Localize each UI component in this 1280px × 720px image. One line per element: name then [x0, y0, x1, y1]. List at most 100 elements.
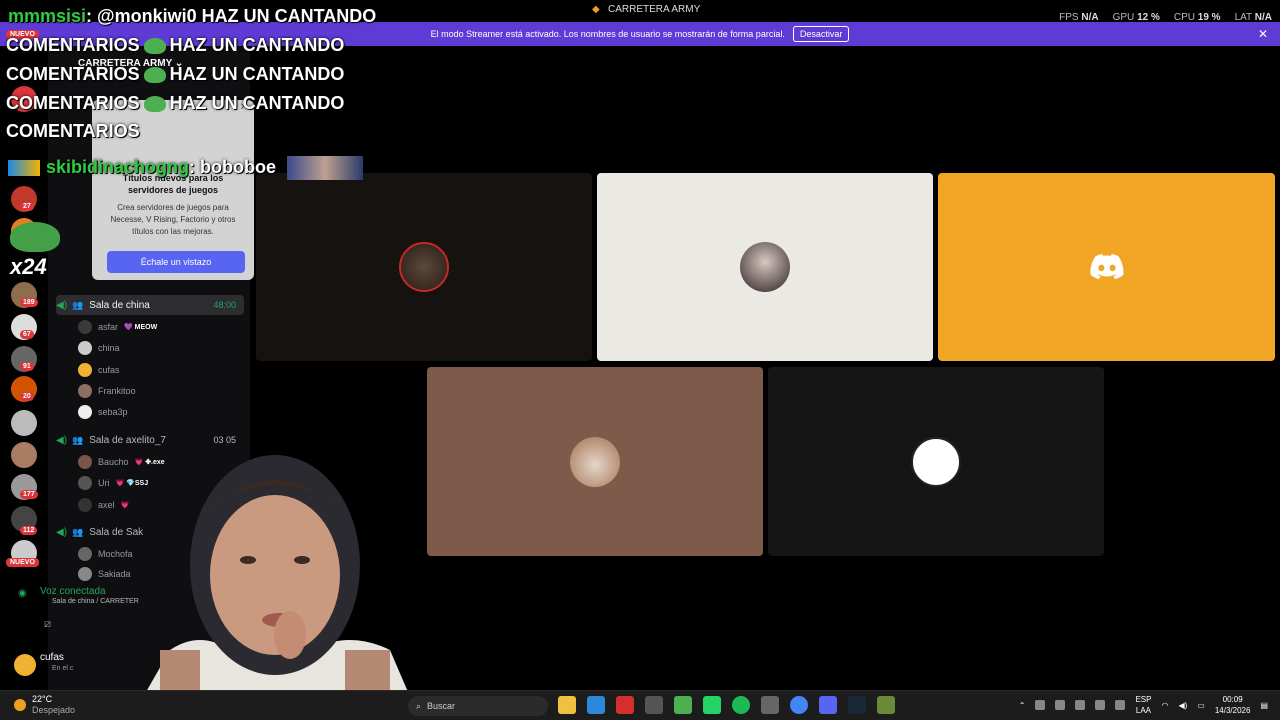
participant-tile[interactable] — [597, 173, 933, 361]
taskbar: 22°C Despejado ⌕ Buscar ⌃ ESP LAA ◠ ◀) ▭… — [0, 690, 1280, 720]
clock-time: 00:09 — [1222, 695, 1243, 704]
avatar — [78, 405, 92, 419]
channel-member[interactable]: cufas — [78, 361, 120, 379]
avatar — [78, 384, 92, 398]
file-explorer-icon[interactable] — [558, 696, 576, 714]
chat-message: COMENTARIOS HAZ UN CANTANDO — [6, 35, 344, 56]
channel-member[interactable]: asfar 💜 MEOW — [78, 318, 157, 336]
tray-icon[interactable] — [1075, 700, 1086, 710]
wps-office-icon[interactable] — [616, 696, 634, 714]
participant-avatar — [570, 436, 620, 487]
chat-message: COMENTARIOS HAZ UN CANTANDO — [6, 64, 344, 85]
tray-icon[interactable] — [1035, 700, 1046, 710]
wifi-icon[interactable]: ◠ — [1161, 701, 1168, 710]
pepe-emote-icon — [143, 67, 166, 84]
language-indicator[interactable]: ESP LAA — [1135, 694, 1151, 716]
speaker-icon: ◀) — [56, 434, 68, 446]
avatar — [78, 363, 92, 377]
member-name: Sakiada — [98, 569, 131, 579]
member-tag: 💗 — [120, 502, 130, 509]
microphone-icon[interactable] — [1115, 700, 1126, 710]
weather-condition: Despejado — [32, 705, 76, 715]
server-icon[interactable] — [11, 410, 37, 436]
search-icon: ⌕ — [416, 700, 422, 711]
channel-member[interactable]: Mochofa — [78, 545, 133, 563]
channel-member[interactable]: axel 💗 — [78, 496, 129, 514]
chat-username: skibidinachogng — [46, 156, 190, 177]
noise-suppression-icon[interactable]: ⧄ — [44, 618, 51, 631]
member-name: asfar — [98, 322, 119, 332]
member-name: cufas — [98, 365, 120, 375]
popup-body: Crea servidores de juegos para Necesse, … — [110, 203, 236, 236]
avatar — [78, 547, 92, 561]
avatar — [78, 567, 92, 581]
user-status: En el c — [52, 665, 74, 672]
clock[interactable]: 00:09 14/3/2026 — [1215, 694, 1251, 716]
discord-logo-icon — [1089, 254, 1123, 280]
minecraft-icon[interactable] — [877, 696, 895, 714]
voice-status: Voz conectada — [40, 586, 106, 597]
group-icon: 👥 — [72, 299, 84, 310]
chrome-icon[interactable] — [674, 696, 692, 714]
chrome-profile-icon[interactable] — [790, 696, 808, 714]
avatar — [78, 476, 92, 490]
channel-name: Sala de axelito_7 — [89, 434, 166, 446]
chat-text: COMENTARIOS — [6, 93, 140, 113]
disable-streamer-button[interactable]: Desactivar — [792, 26, 850, 42]
voice-channel[interactable]: ◀) 👥 Sala de axelito_7 03 05 — [56, 430, 244, 450]
vscode-icon[interactable] — [587, 696, 605, 714]
participant-tile[interactable] — [256, 173, 592, 361]
server-icon[interactable] — [11, 442, 37, 468]
chat-message: COMENTARIOS — [6, 121, 140, 142]
weather-widget[interactable]: 22°C Despejado — [14, 694, 75, 716]
language-code: ESP — [1135, 695, 1152, 704]
tray-icon[interactable] — [1095, 700, 1106, 710]
pepe-emote-icon — [10, 222, 60, 252]
search-placeholder: Buscar — [427, 701, 456, 711]
notifications-icon[interactable]: ▤ — [1260, 701, 1268, 710]
channel-member[interactable]: seba3p — [78, 403, 128, 421]
badge-icons — [8, 160, 40, 176]
channel-member[interactable]: china — [78, 339, 120, 357]
chat-text: HAZ UN CANTANDO — [169, 93, 345, 113]
tray-icon[interactable] — [1055, 700, 1066, 710]
channel-name: Sala de china — [89, 299, 150, 311]
store-icon[interactable] — [645, 696, 663, 714]
clock-date: 14/3/2026 — [1214, 706, 1251, 715]
member-name: axel — [98, 500, 115, 510]
participant-tile[interactable] — [938, 173, 1275, 361]
spotify-icon[interactable] — [732, 696, 750, 714]
unread-badge: 67 — [20, 330, 34, 339]
taskbar-apps — [558, 696, 895, 714]
user-avatar[interactable] — [14, 654, 36, 676]
steam-icon[interactable] — [848, 696, 866, 714]
voice-channel[interactable]: ◀) 👥 Sala de china 48:00 — [56, 295, 244, 315]
volume-icon[interactable]: ◀) — [1178, 701, 1187, 710]
channel-member[interactable]: Frankitoo — [78, 382, 136, 400]
chat-text: COMENTARIOS — [6, 121, 140, 141]
check-it-out-button[interactable]: Échale un vistazo — [107, 251, 245, 273]
chat-text: HAZ UN CANTANDO — [169, 35, 345, 55]
whatsapp-icon[interactable] — [703, 696, 721, 714]
emote-multiplier: x24 — [10, 254, 47, 279]
pepe-emote-icon — [143, 96, 166, 113]
participant-tile[interactable] — [768, 367, 1104, 556]
member-tag: 💜 MEOW — [124, 324, 158, 331]
taskbar-search[interactable]: ⌕ Buscar — [408, 696, 548, 716]
discord-icon[interactable] — [819, 696, 837, 714]
chat-message: COMENTARIOS HAZ UN CANTANDO — [6, 93, 344, 114]
chat-image-emote — [287, 156, 364, 180]
unread-badge: 27 — [20, 202, 34, 211]
chat-message: skibidinachogng: boboboe — [8, 156, 364, 180]
member-name: Uri — [98, 478, 110, 488]
chat-text: : @monkiwi0 HAZ UN CANTANDO — [86, 6, 377, 26]
settings-icon[interactable] — [761, 696, 779, 714]
member-name: Baucho — [98, 457, 129, 467]
chevron-up-icon[interactable]: ⌃ — [1019, 701, 1026, 710]
participant-tile[interactable] — [427, 367, 763, 556]
avatar — [78, 341, 92, 355]
close-banner-icon[interactable]: ✕ — [1258, 27, 1268, 41]
keyboard-layout: LAA — [1135, 706, 1152, 715]
battery-icon[interactable]: ▭ — [1197, 701, 1205, 710]
voice-channel-path[interactable]: Sala de china / CARRETER — [52, 598, 139, 605]
